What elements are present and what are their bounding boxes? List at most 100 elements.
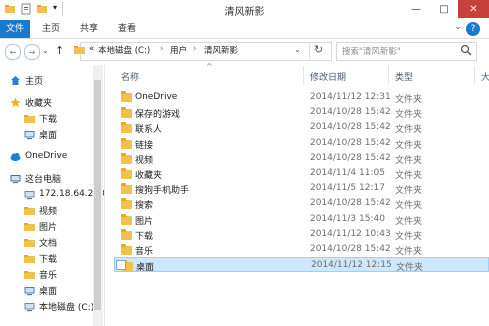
refresh-icon[interactable]: ↻ [314,43,323,56]
nav-item[interactable]: 主页 [0,72,93,88]
file-row[interactable]: 联系人 2014/10/28 15:42 文件夹 [114,120,489,135]
file-row[interactable]: 搜狗手机助手 2014/11/5 12:17 文件夹 [114,181,489,196]
folder-icon [121,137,132,149]
up-button[interactable]: ↑ [55,44,64,57]
file-name-text: 图片 [135,216,154,227]
file-name: 联系人 [121,122,162,135]
tab-share[interactable]: 共享 [72,20,106,38]
tab-view[interactable]: 查看 [110,20,144,38]
nav-item[interactable]: 音乐 [0,266,93,282]
nav-item[interactable]: 桌面 [0,282,93,298]
nav-item[interactable]: 桌面 [0,126,93,142]
column-header-name[interactable]: 名称 [121,70,139,83]
file-name: 搜狗手机助手 [121,183,189,196]
nav-item[interactable]: 下载 [0,110,93,126]
nav-item-label: 收藏夹 [25,98,53,109]
file-type: 文件夹 [396,263,424,274]
file-name-text: 搜狗手机助手 [135,186,190,197]
nav-item[interactable]: 视频 [0,202,93,218]
documents-folder-icon [24,237,35,248]
file-modified-date: 2014/10/28 15:42 [310,122,391,133]
column-header-date[interactable]: 修改日期 [310,70,346,83]
column-header-type[interactable]: 类型 [395,70,413,83]
help-icon[interactable]: ? [466,22,480,36]
navigation-scrollbar-thumb[interactable] [94,80,101,310]
back-button[interactable]: ← [5,44,21,60]
column-separator[interactable] [303,66,304,84]
tab-file[interactable]: 文件 [0,20,30,38]
address-overflow[interactable]: « [89,44,94,54]
close-button[interactable]: ✕ [458,0,489,18]
file-name-text: OneDrive [135,92,178,102]
file-type: 文件夹 [395,110,423,121]
file-modified-date: 2014/11/3 15:40 [310,213,385,224]
file-row[interactable]: OneDrive 2014/11/12 12:31 文件夹 [114,90,489,105]
breadcrumb-drive[interactable]: 本地磁盘 (C:) [98,44,150,56]
column-separator[interactable] [388,66,389,84]
maximize-button[interactable]: □ [430,0,458,18]
forward-button[interactable]: → [24,44,40,60]
selection-checkbox[interactable] [116,260,126,271]
file-row[interactable]: 保存的游戏 2014/10/28 15:42 文件夹 [114,105,489,120]
tab-home[interactable]: 主页 [34,20,68,38]
file-name-text: 音乐 [135,247,154,257]
nav-item[interactable]: 172.18.64.200 [0,186,105,202]
file-name: 视频 [121,152,154,166]
breadcrumb-users[interactable]: 用户 [170,44,187,56]
navigation-tree: 主页 收藏夹 下载 桌面 OneDrive 这台电脑 172.18.64.200 视频 图片 文档… [0,72,105,314]
nav-item[interactable]: 下载 [0,250,93,266]
breadcrumb-separator[interactable]: › [193,44,196,54]
file-row[interactable]: 下载 2014/11/12 10:43 文件夹 [114,227,489,242]
file-modified-date: 2014/10/28 15:42 [310,152,391,163]
search-input[interactable]: 搜索"清风新影" [342,45,401,57]
breadcrumb-current-folder[interactable]: 清风新影 [204,44,238,56]
file-row[interactable]: 音乐 2014/10/28 15:42 文件夹 [114,242,489,257]
file-name-text: 下载 [135,231,154,242]
file-modified-date: 2014/11/12 10:43 [310,228,391,239]
minimize-button[interactable]: — [402,0,430,18]
file-name-text: 视频 [135,155,154,166]
column-header-size[interactable]: 大 [481,70,489,83]
pane-divider[interactable] [104,65,105,326]
breadcrumb-separator[interactable]: › [160,44,163,54]
recent-locations-icon[interactable]: ⌄ [42,46,49,55]
drive-icon [24,301,35,312]
nav-item-label: 音乐 [39,270,58,281]
search-icon[interactable] [460,44,472,56]
nav-item[interactable]: 本地磁盘 (C:) [0,298,94,314]
nav-item[interactable]: OneDrive [0,148,93,164]
folder-icon [121,152,132,164]
nav-item-label: 下载 [39,254,58,265]
file-name: 保存的游戏 [121,107,180,120]
nav-item[interactable]: 这台电脑 [0,170,93,186]
file-modified-date: 2014/11/12 12:15 [311,260,392,271]
address-dropdown-icon[interactable]: ⌄ [294,45,301,54]
file-row[interactable]: 图片 2014/11/3 15:40 文件夹 [114,212,489,227]
column-separator[interactable] [474,66,475,84]
ribbon-expand-icon[interactable]: ⌄ [452,22,464,36]
file-row-selected[interactable]: 桌面 2014/11/12 12:15 文件夹 [114,257,489,274]
file-row[interactable]: 视频 2014/10/28 15:42 文件夹 [114,151,489,166]
file-row[interactable]: 搜索 2014/10/28 15:42 文件夹 [114,196,489,211]
file-type: 文件夹 [395,216,423,227]
desktop-icon [24,129,35,140]
desktop-icon [24,285,35,296]
file-modified-date: 2014/10/28 15:42 [310,137,391,148]
file-row[interactable]: 收藏夹 2014/11/4 11:05 文件夹 [114,166,489,181]
videos-folder-icon [24,205,35,216]
folder-icon [121,122,132,134]
file-modified-date: 2014/10/28 15:42 [310,244,391,254]
file-name-text: 联系人 [135,125,163,136]
nav-item[interactable]: 收藏夹 [0,94,93,110]
folder-icon [121,198,132,210]
nav-item-label: 桌面 [39,130,58,141]
nav-item[interactable]: 文档 [0,234,93,250]
file-name: 搜索 [121,198,153,211]
folder-icon [121,244,132,255]
nav-item-label: 桌面 [39,286,58,297]
file-row[interactable]: 链接 2014/10/28 15:42 文件夹 [114,136,489,151]
nav-item[interactable]: 图片 [0,218,93,234]
folder-icon [121,213,132,225]
cloud-icon [10,151,21,162]
file-name: 图片 [121,213,154,227]
